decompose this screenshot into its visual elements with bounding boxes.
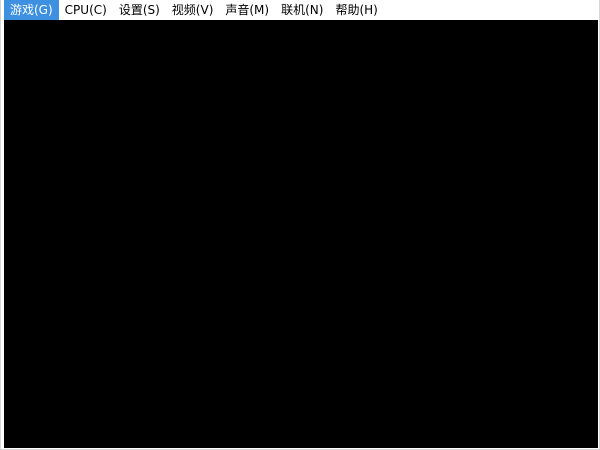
emulator-window: 游戏(G) CPU(C) 设置(S) 视频(V) 声音(M) 联机(N) 帮助(… bbox=[0, 0, 600, 450]
menu-help[interactable]: 帮助(H) bbox=[329, 0, 383, 20]
menu-netplay[interactable]: 联机(N) bbox=[275, 0, 329, 20]
game-display[interactable] bbox=[4, 20, 598, 448]
menu-settings[interactable]: 设置(S) bbox=[113, 0, 166, 20]
menu-game[interactable]: 游戏(G) bbox=[4, 0, 59, 20]
menu-cpu[interactable]: CPU(C) bbox=[59, 0, 113, 20]
menu-video[interactable]: 视频(V) bbox=[166, 0, 220, 20]
menu-sound[interactable]: 声音(M) bbox=[219, 0, 275, 20]
menu-bar: 游戏(G) CPU(C) 设置(S) 视频(V) 声音(M) 联机(N) 帮助(… bbox=[1, 0, 599, 20]
